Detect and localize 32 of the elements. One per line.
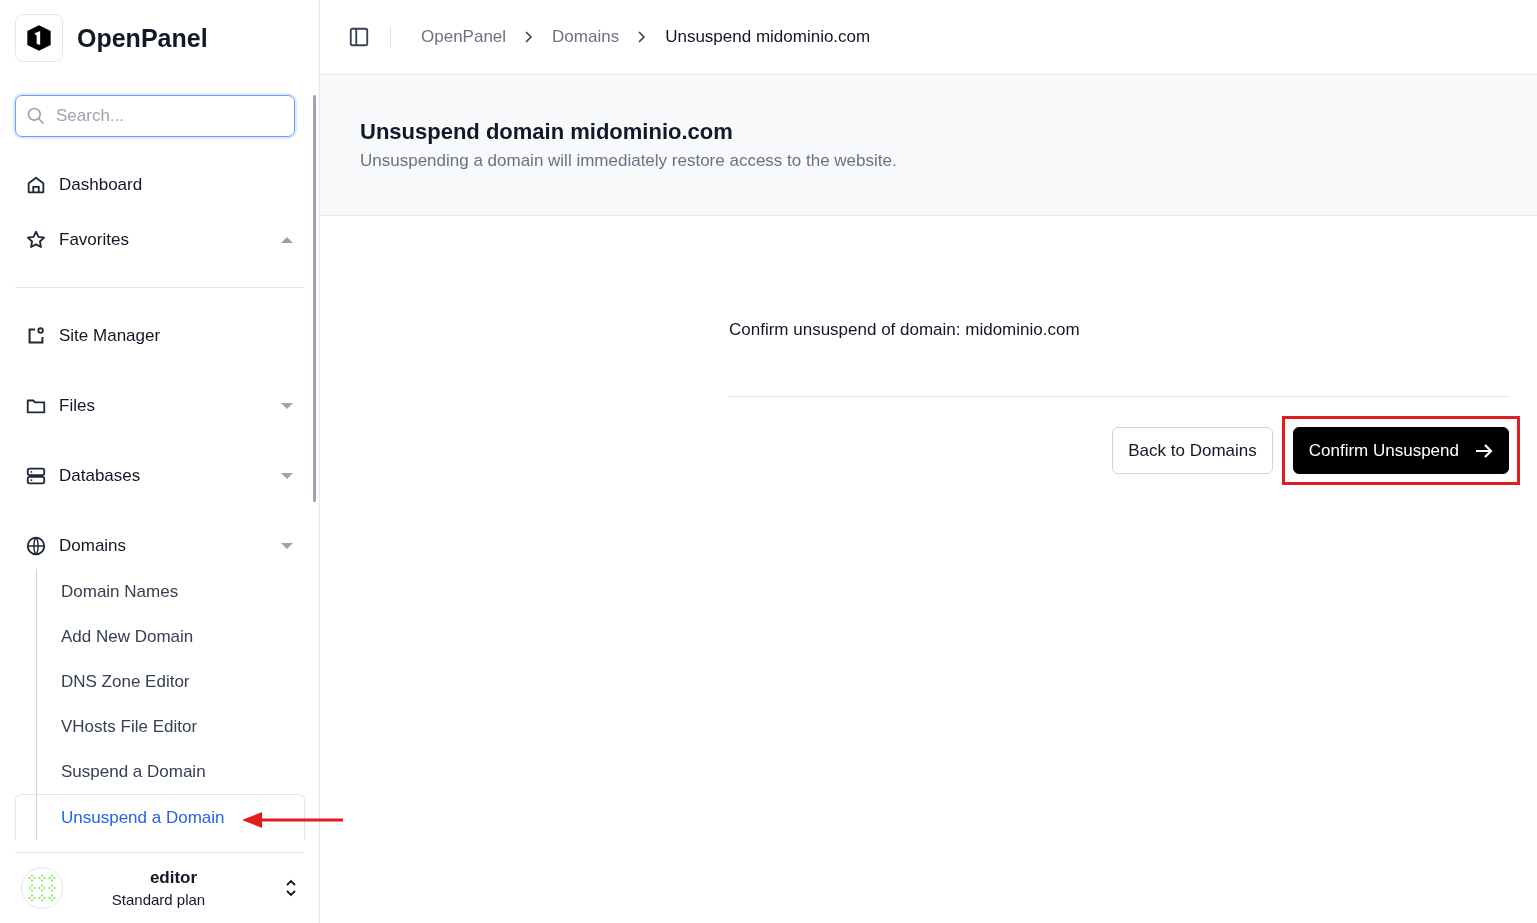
chevron-right-icon <box>637 30 648 44</box>
back-button[interactable]: Back to Domains <box>1112 427 1273 474</box>
nav-item[interactable]: Site Manager <box>0 301 319 371</box>
search-input[interactable]: Search... <box>54 105 258 127</box>
chevron-updown-icon[interactable] <box>284 878 298 898</box>
breadcrumb-link[interactable]: OpenPanel <box>421 27 507 47</box>
logo-icon[interactable] <box>15 14 63 62</box>
chevron-right-icon <box>524 30 535 44</box>
page-title: Unsuspend domain midominio.com <box>360 119 734 145</box>
nav-item[interactable]: Dashboard <box>0 157 319 212</box>
nav-item[interactable]: Databases <box>0 441 319 511</box>
search-field[interactable]: Search... <box>15 95 295 137</box>
nav-subitem[interactable]: Add New Domain <box>37 614 319 659</box>
star-icon <box>25 228 47 251</box>
confirm-message: Confirm unsuspend of domain: midominio.com <box>729 320 1081 340</box>
arrow-right-icon <box>1475 442 1493 459</box>
nav-subitem[interactable]: VHosts File Editor <box>37 704 319 749</box>
user-name: editor <box>149 868 198 888</box>
brand-name: OpenPanel <box>77 23 208 53</box>
search-icon <box>26 106 46 126</box>
nav-subitem[interactable]: DNS Zone Editor <box>37 659 319 704</box>
nav-item[interactable]: Favorites <box>0 212 319 267</box>
page-subtitle: Unsuspending a domain will immediately restore access to the website. <box>360 151 898 171</box>
database-icon <box>25 465 47 487</box>
globe-icon <box>25 535 47 557</box>
nav-subitem[interactable]: Suspend a Domain <box>37 749 319 794</box>
sidebar-toggle-icon[interactable] <box>348 26 370 48</box>
nav-item[interactable]: Files <box>0 371 319 441</box>
user-plan: Standard plan <box>111 891 206 908</box>
scrollbar[interactable] <box>313 95 316 502</box>
breadcrumb-link[interactable]: Domains <box>552 27 620 47</box>
confirm-button[interactable]: Confirm Unsuspend <box>1292 427 1509 474</box>
